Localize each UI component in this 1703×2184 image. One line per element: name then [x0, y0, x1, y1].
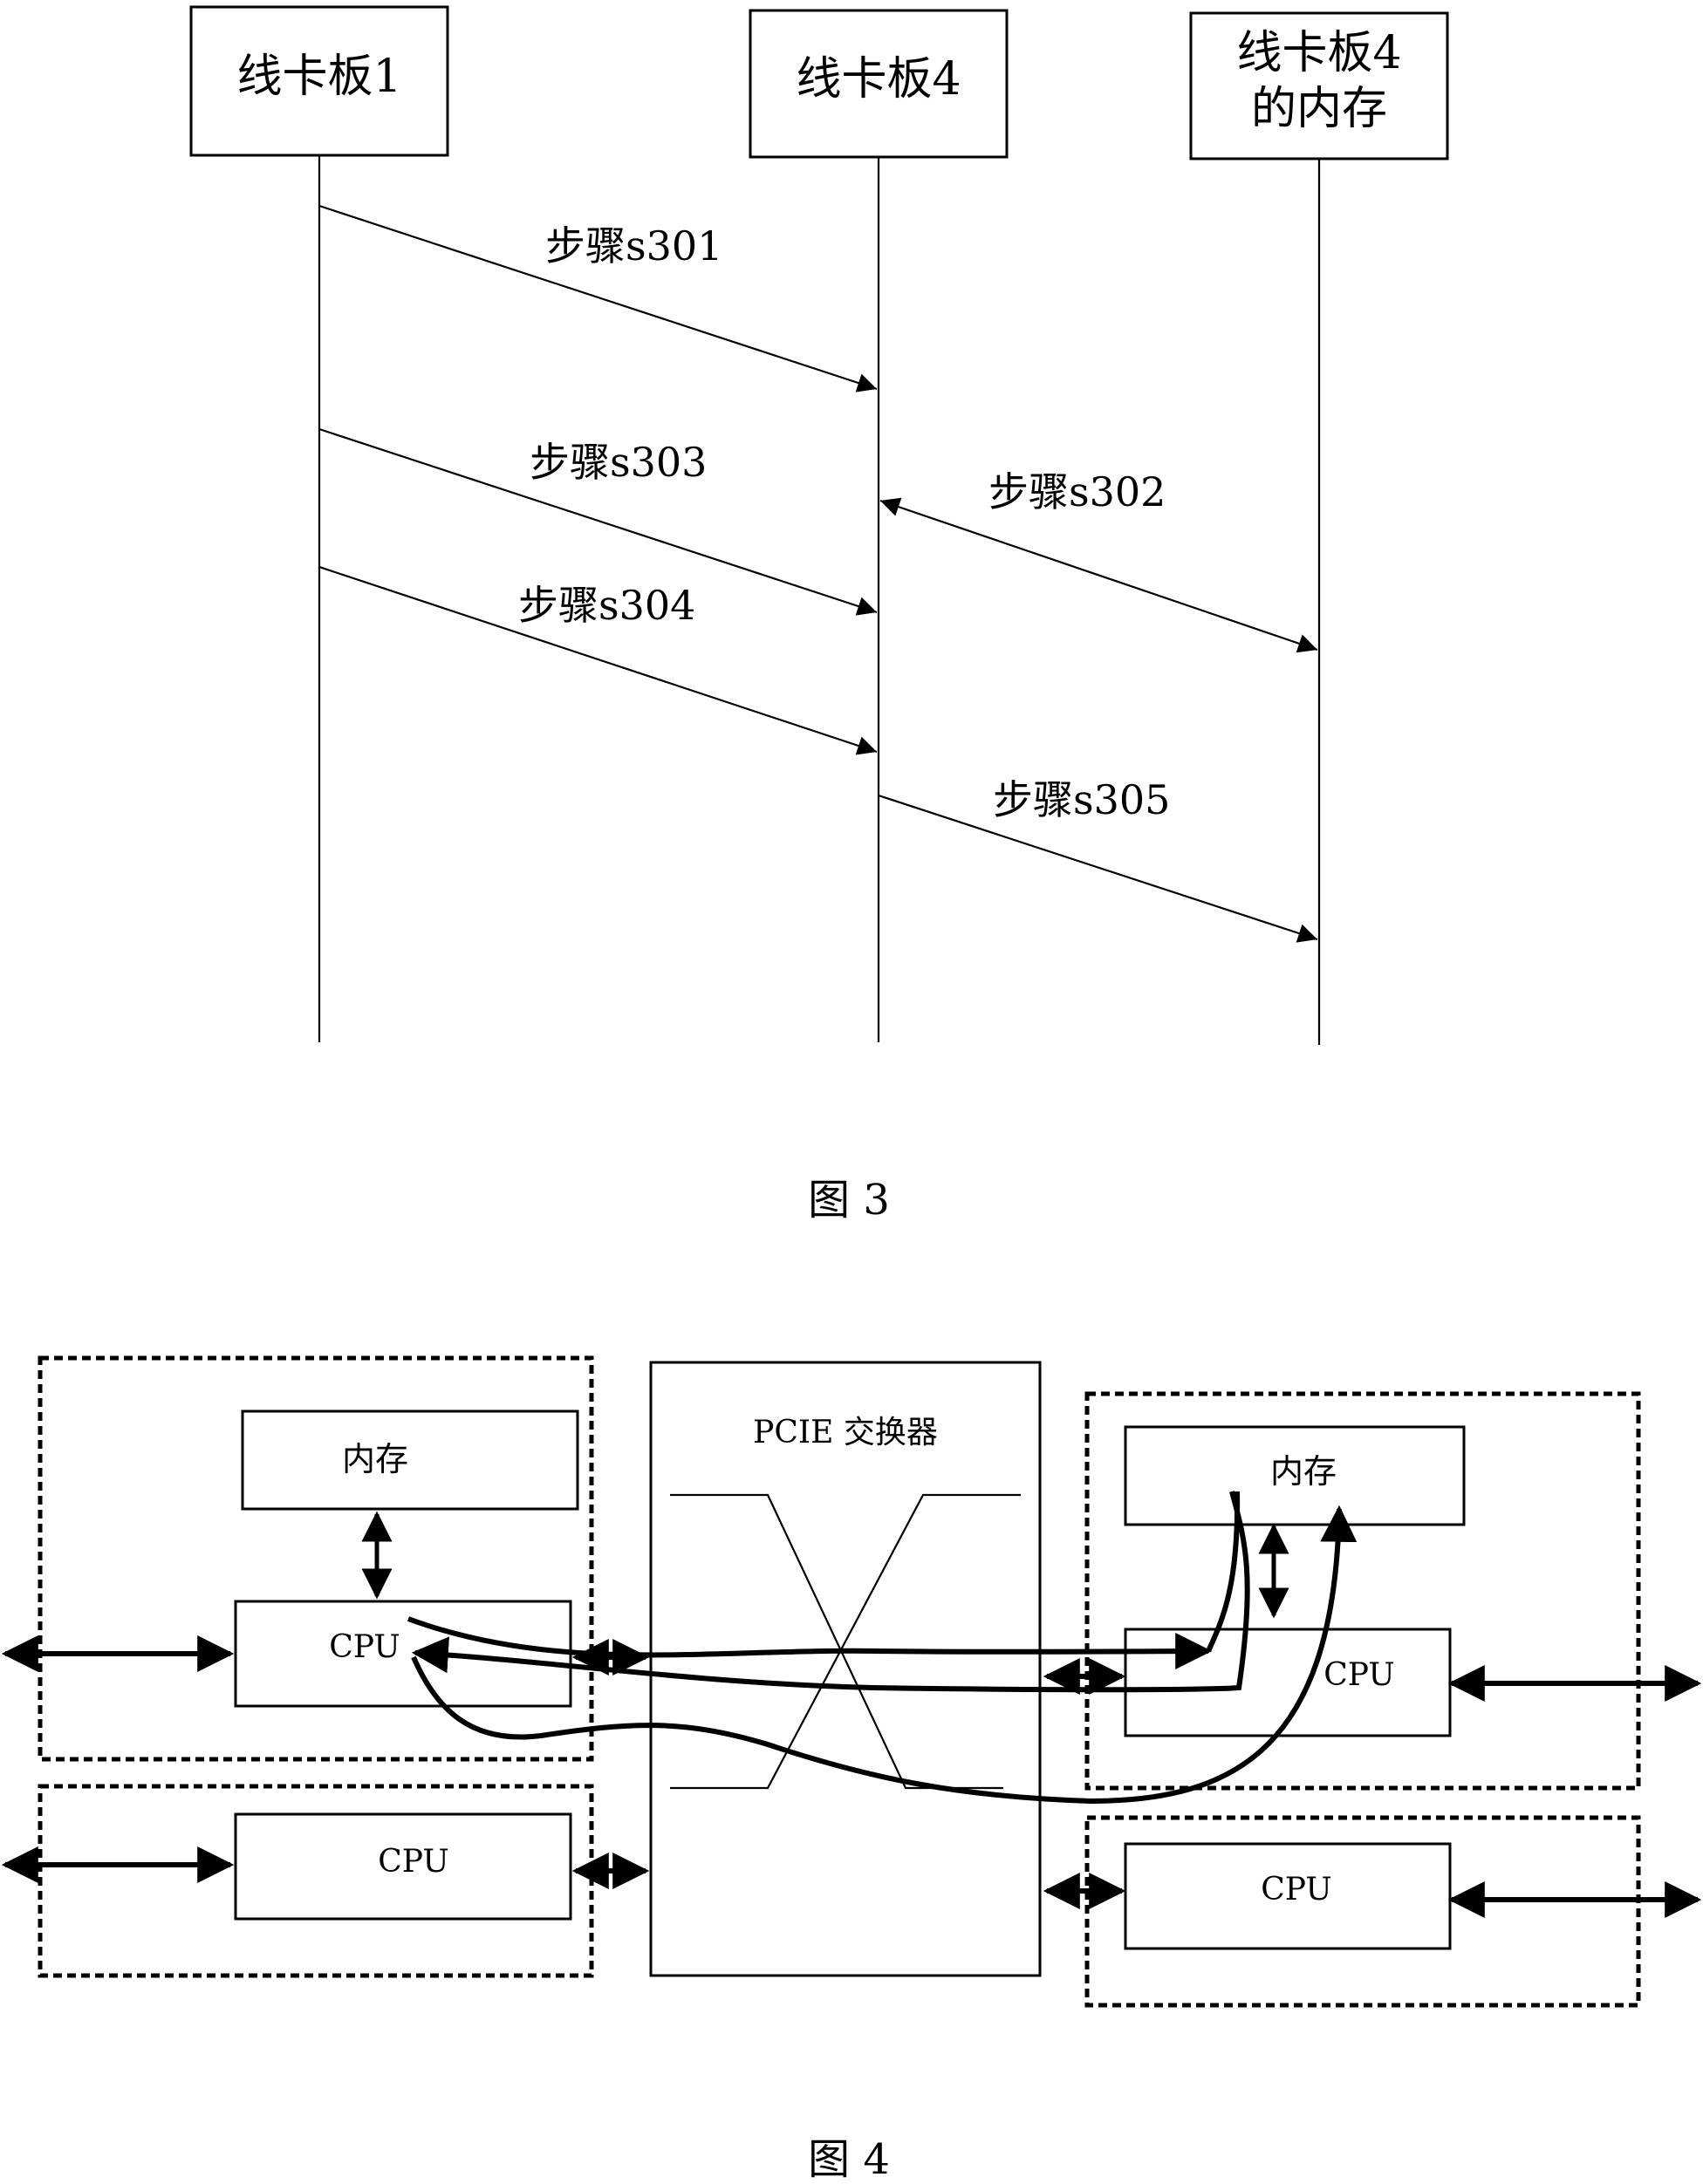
message-s304: 步骤s304: [318, 565, 878, 755]
message-label: 步骤s304: [518, 582, 695, 629]
participant-label-line-2: 的内存: [1251, 83, 1387, 135]
participant-line-card-4: 线卡板4: [749, 9, 1009, 1042]
cpu-box: [234, 1600, 572, 1708]
pcie-switch-label: PCIE 交换器: [753, 1415, 938, 1450]
left-bottom-board: CPU: [1, 1812, 650, 1921]
pcie-switch: PCIE 交换器: [649, 1361, 1042, 1977]
participant-label-line-1: 线卡板4: [1236, 27, 1401, 79]
figure-caption: 图 3: [808, 1176, 890, 1225]
message-s301: 步骤s301: [318, 204, 878, 392]
cpu-label: CPU: [329, 1629, 400, 1665]
memory-label: 内存: [1270, 1452, 1337, 1491]
participant-label: 线卡板4: [796, 53, 961, 106]
memory-label: 内存: [342, 1440, 408, 1478]
message-label: 步骤s301: [545, 222, 722, 270]
figure-caption: 图 4: [808, 2135, 890, 2184]
cpu-label: CPU: [378, 1844, 448, 1880]
cpu-label: CPU: [1323, 1657, 1394, 1693]
message-s305: 步骤s305: [878, 776, 1318, 943]
message-arrow: [879, 497, 1318, 653]
pcie-switch-box: [649, 1361, 1042, 1977]
figure-3: 线卡板1 线卡板4 线卡板4 的内存 步骤s301 步骤s302 步骤s303: [189, 5, 1449, 1225]
participant-line-card-4-memory: 线卡板4 的内存: [1189, 11, 1449, 1045]
right-bottom-board: CPU: [1043, 1842, 1702, 1950]
participant-line-card-1: 线卡板1: [189, 5, 449, 1042]
message-label: 步骤s303: [530, 439, 707, 486]
message-label: 步骤s305: [993, 776, 1170, 823]
memory-box: [241, 1409, 579, 1511]
participant-label: 线卡板1: [236, 51, 401, 103]
diagram-canvas: 线卡板1 线卡板4 线卡板4 的内存 步骤s301 步骤s302 步骤s303: [1, 5, 1702, 2184]
cpu-label: CPU: [1261, 1872, 1331, 1908]
message-label: 步骤s302: [988, 468, 1166, 515]
figure-4: PCIE 交换器 内存 CPU CPU 内存 CPU CPU 图 4: [1, 1355, 1702, 2184]
message-s302: 步骤s302: [879, 468, 1318, 653]
